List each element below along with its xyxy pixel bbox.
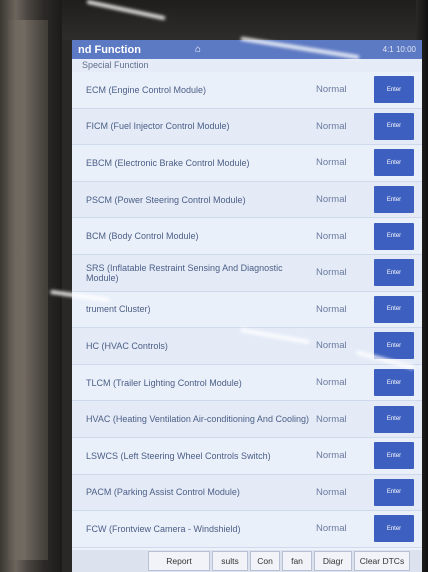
module-status: Normal xyxy=(316,157,347,169)
enter-button[interactable]: Enter xyxy=(374,149,414,177)
page-title: nd Function xyxy=(78,43,141,56)
module-row[interactable]: trument Cluster) Normal Enter xyxy=(72,291,422,329)
module-status: Normal xyxy=(316,120,347,132)
status-readout: 4:1 10:00 xyxy=(382,45,416,54)
module-status: Normal xyxy=(316,413,347,425)
module-name: PSCM (Power Steering Control Module) xyxy=(86,194,246,205)
module-name: FCW (Frontview Camera - Windshield) xyxy=(86,523,241,534)
results-button[interactable]: sults xyxy=(212,551,248,571)
diagram-button[interactable]: Diagr xyxy=(314,551,352,571)
module-row[interactable]: EBCM (Electronic Brake Control Module) N… xyxy=(72,145,422,182)
module-name: HVAC (Heating Ventilation Air-conditioni… xyxy=(86,414,309,425)
module-row[interactable]: HVAC (Heating Ventilation Air-conditioni… xyxy=(72,401,422,438)
module-name: HC (HVAC Controls) xyxy=(86,340,168,351)
module-status: Normal xyxy=(316,230,347,242)
module-name: trument Cluster) xyxy=(86,304,151,315)
module-status: Normal xyxy=(316,523,347,535)
enter-button[interactable]: Enter xyxy=(374,442,414,470)
module-name: PACM (Parking Assist Control Module) xyxy=(86,487,240,498)
module-row[interactable]: TLCM (Trailer Lighting Control Module) N… xyxy=(72,364,422,402)
enter-button[interactable]: Enter xyxy=(374,295,414,323)
clear-dtcs-button[interactable]: Clear DTCs xyxy=(354,551,410,571)
enter-button[interactable]: Enter xyxy=(374,405,414,433)
module-status: Normal xyxy=(316,486,347,498)
module-row[interactable]: BCM (Body Control Module) Normal Enter xyxy=(72,218,422,255)
module-name: ECM (Engine Control Module) xyxy=(86,84,207,95)
module-row[interactable]: PACM (Parking Assist Control Module) Nor… xyxy=(72,474,422,512)
enter-button[interactable]: Enter xyxy=(374,186,414,214)
enter-button[interactable]: Enter xyxy=(374,222,414,250)
module-status: Normal xyxy=(316,194,347,206)
module-status: Normal xyxy=(316,340,347,352)
module-status: Normal xyxy=(316,377,347,389)
enter-button[interactable]: Enter xyxy=(374,515,414,543)
module-row[interactable]: SRS (Inflatable Restraint Sensing And Di… xyxy=(72,254,422,292)
module-name: BCM (Body Control Module) xyxy=(86,231,199,242)
fan-button[interactable]: fan xyxy=(282,551,312,571)
bezel-frame-strip xyxy=(8,20,48,560)
module-name: EBCM (Electronic Brake Control Module) xyxy=(86,157,250,168)
module-row[interactable]: HC (HVAC Controls) Normal Enter xyxy=(72,328,422,365)
module-row[interactable]: FICM (Fuel Injector Control Module) Norm… xyxy=(72,108,422,146)
report-button[interactable]: Report xyxy=(148,551,210,571)
module-status: Normal xyxy=(316,84,347,96)
module-name: SRS (Inflatable Restraint Sensing And Di… xyxy=(86,262,283,283)
module-status: Normal xyxy=(316,303,347,315)
device-bezel-left xyxy=(0,0,62,572)
breadcrumb: Special Function xyxy=(72,59,422,72)
enter-button[interactable]: Enter xyxy=(374,259,414,287)
module-status: Normal xyxy=(316,267,347,279)
title-bar: nd Function ⌂ 4:1 10:00 xyxy=(72,40,422,59)
module-name: LSWCS (Left Steering Wheel Controls Swit… xyxy=(86,450,271,461)
module-name: TLCM (Trailer Lighting Control Module) xyxy=(86,377,242,388)
module-list: ECM (Engine Control Module) Normal Enter… xyxy=(72,72,422,548)
module-row[interactable]: ECM (Engine Control Module) Normal Enter xyxy=(72,72,422,109)
con-button[interactable]: Con xyxy=(250,551,280,571)
bottom-toolbar: Report sults Con fan Diagr Clear DTCs xyxy=(72,550,422,572)
module-status: Normal xyxy=(316,450,347,462)
device-bezel-top xyxy=(62,0,428,40)
module-row[interactable]: FCW (Frontview Camera - Windshield) Norm… xyxy=(72,511,422,548)
enter-button[interactable]: Enter xyxy=(374,76,414,104)
enter-button[interactable]: Enter xyxy=(374,369,414,397)
module-row[interactable]: LSWCS (Left Steering Wheel Controls Swit… xyxy=(72,437,422,475)
enter-button[interactable]: Enter xyxy=(374,112,414,140)
enter-button[interactable]: Enter xyxy=(374,478,414,506)
module-name: FICM (Fuel Injector Control Module) xyxy=(86,121,230,132)
enter-button[interactable]: Enter xyxy=(374,332,414,360)
home-icon[interactable]: ⌂ xyxy=(195,44,201,55)
tablet-screen: nd Function ⌂ 4:1 10:00 Special Function… xyxy=(72,40,422,572)
module-row[interactable]: PSCM (Power Steering Control Module) Nor… xyxy=(72,181,422,219)
